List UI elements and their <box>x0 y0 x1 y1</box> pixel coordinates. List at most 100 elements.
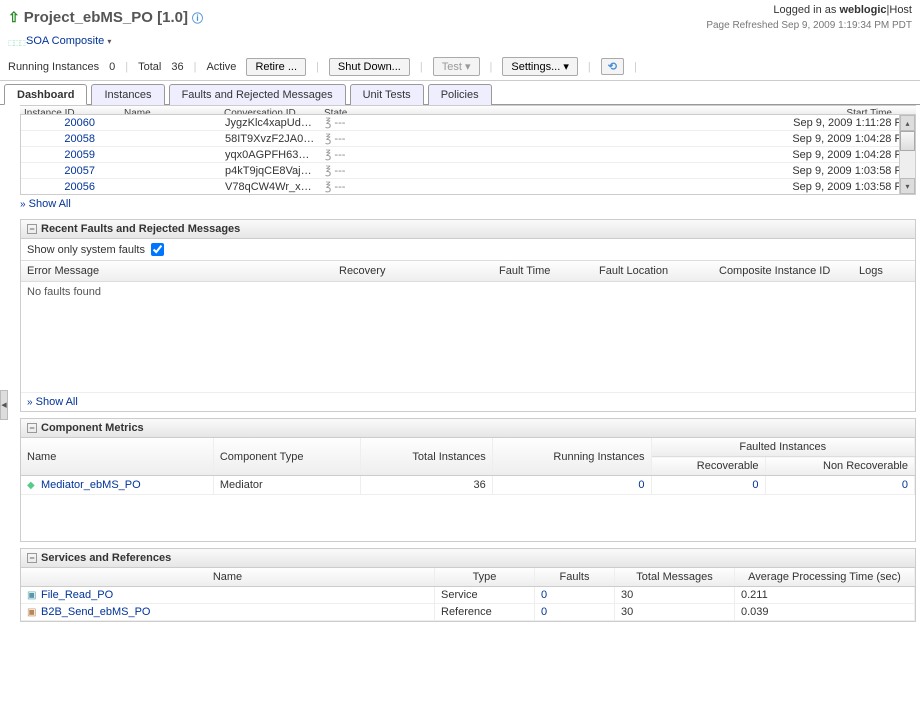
faults-link[interactable]: 0 <box>541 589 547 601</box>
state-icon: ℥ <box>325 117 331 129</box>
instance-id-link[interactable]: 20058 <box>25 133 125 145</box>
instance-state: ℥ --- <box>325 180 425 193</box>
shutdown-button[interactable]: Shut Down... <box>329 58 410 76</box>
faults-link[interactable]: 0 <box>541 606 547 618</box>
settings-button[interactable]: Settings... ▾ <box>502 57 578 76</box>
retire-button[interactable]: Retire ... <box>246 58 306 76</box>
page-header: ⇧ Project_ebMS_PO [1.0] ⓘ Logged in as w… <box>0 0 920 33</box>
scroll-thumb[interactable] <box>900 131 915 151</box>
running-instances-link[interactable]: 0 <box>638 479 644 491</box>
tab-dashboard[interactable]: Dashboard <box>4 84 87 105</box>
collapse-icon[interactable]: − <box>27 224 37 234</box>
faults-empty-message: No faults found <box>27 286 101 298</box>
running-instances-label: Running Instances <box>8 61 99 73</box>
col-instance-id: Instance ID <box>24 108 124 115</box>
scroll-down-button[interactable]: ▾ <box>900 178 915 194</box>
service-type: Reference <box>435 604 535 621</box>
tab-unit-tests[interactable]: Unit Tests <box>350 84 424 105</box>
running-instances-count: 0 <box>109 61 115 73</box>
col-name: Name <box>21 438 213 476</box>
total-messages: 30 <box>615 587 735 604</box>
recoverable-link[interactable]: 0 <box>752 479 758 491</box>
collapse-icon[interactable]: − <box>27 423 37 433</box>
instance-row: 20060JygzKlc4xapUdG_...℥ ---Sep 9, 2009 … <box>21 115 915 131</box>
related-links-button[interactable]: ⟲ <box>601 58 624 75</box>
summary-toolbar: Running Instances 0 | Total 36 | Active … <box>0 53 920 81</box>
instance-id-link[interactable]: 20059 <box>25 149 125 161</box>
instances-scrollbar[interactable]: ▴ ▾ <box>899 115 915 194</box>
page-refreshed: Page Refreshed Sep 9, 2009 1:19:34 PM PD… <box>706 20 912 31</box>
show-all-instances-link[interactable]: » Show All <box>20 198 71 210</box>
test-button[interactable]: Test ▾ <box>433 57 480 76</box>
col-state: State <box>324 108 424 115</box>
col-logs: Logs <box>859 265 909 277</box>
instance-row: 20059 yqx0AGPFH63GN...℥ --- Sep 9, 2009 1:… <box>21 147 915 163</box>
col-avg-time: Average Processing Time (sec) <box>735 568 915 587</box>
scroll-up-button[interactable]: ▴ <box>900 115 915 131</box>
instances-header-row: Instance ID Name Conversation ID State S… <box>20 105 916 115</box>
metrics-panel-header: − Component Metrics <box>21 419 915 438</box>
instance-time: Sep 9, 2009 1:11:28 PM <box>751 117 911 129</box>
tab-faults[interactable]: Faults and Rejected Messages <box>169 84 346 105</box>
instance-conversation: yqx0AGPFH63GN... <box>225 149 325 161</box>
avg-time: 0.039 <box>735 604 915 621</box>
instance-time: Sep 9, 2009 1:03:58 PM <box>751 181 911 193</box>
col-total-instances: Total Instances <box>361 438 493 476</box>
chevron-down-icon: ▾ <box>465 61 471 73</box>
composite-menu[interactable]: SOA Composite ▾ <box>26 35 111 47</box>
state-icon: ℥ <box>325 149 331 161</box>
service-row: B2B_Send_ebMS_POReference0300.039 <box>21 604 915 621</box>
system-faults-label: Show only system faults <box>27 244 145 256</box>
faults-panel: − Recent Faults and Rejected Messages Sh… <box>20 219 916 412</box>
metrics-table: Name Component Type Total Instances Runn… <box>21 438 915 495</box>
service-link[interactable]: File_Read_PO <box>41 589 113 601</box>
metrics-panel: − Component Metrics Name Component Type … <box>20 418 916 542</box>
instance-time: Sep 9, 2009 1:03:58 PM <box>751 165 911 177</box>
panel-expand-toggle[interactable]: ◀ <box>0 390 8 420</box>
tab-instances[interactable]: Instances <box>91 84 164 105</box>
title-text: Project_ebMS_PO [1.0] <box>24 9 188 26</box>
page-title: ⇧ Project_ebMS_PO [1.0] ⓘ <box>8 9 203 26</box>
services-panel-header: − Services and References <box>21 549 915 568</box>
instance-time: Sep 9, 2009 1:04:28 PM <box>751 149 911 161</box>
instance-row: 20058 58IT9XvzF2JA0h...℥ --- Sep 9, 2009 1… <box>21 131 915 147</box>
faults-filter-row: Show only system faults <box>21 239 915 260</box>
total-instances: 36 <box>361 476 493 495</box>
mediator-icon <box>27 479 39 491</box>
nonrecoverable-link[interactable]: 0 <box>902 479 908 491</box>
metrics-row: Mediator_ebMS_PO Mediator36 0 0 0 <box>21 476 915 495</box>
total-label: Total <box>138 61 161 73</box>
col-component-type: Component Type <box>213 438 360 476</box>
instance-state: ℥ --- <box>325 132 425 145</box>
tab-policies[interactable]: Policies <box>428 84 492 105</box>
instance-row: 20057p4kT9jqCE8VajW...℥ ---Sep 9, 2009 1… <box>21 163 915 179</box>
instance-id-link[interactable]: 20060 <box>25 117 125 129</box>
instance-id-link[interactable]: 20056 <box>25 181 125 193</box>
instance-conversation: JygzKlc4xapUdG_... <box>225 117 325 129</box>
service-type-icon <box>27 606 39 618</box>
logged-in: Logged in as weblogic|Host <box>706 4 912 16</box>
instance-state: ℥ --- <box>325 148 425 161</box>
collapse-icon[interactable]: − <box>27 553 37 563</box>
col-total-messages: Total Messages <box>615 568 735 587</box>
service-link[interactable]: B2B_Send_ebMS_PO <box>41 606 150 618</box>
component-link[interactable]: Mediator_ebMS_PO <box>41 479 141 491</box>
avg-time: 0.211 <box>735 587 915 604</box>
faults-panel-header: − Recent Faults and Rejected Messages <box>21 220 915 239</box>
breadcrumb: SOA Composite ▾ <box>0 33 920 53</box>
component-type: Mediator <box>213 476 360 495</box>
instance-conversation: 58IT9XvzF2JA0h... <box>225 133 325 145</box>
service-type-icon <box>27 589 39 601</box>
logged-host: Host <box>889 4 912 16</box>
chevron-down-icon: ▾ <box>107 37 111 46</box>
service-row: File_Read_PO Service 0 300.211 <box>21 587 915 604</box>
instance-time: Sep 9, 2009 1:04:28 PM <box>751 133 911 145</box>
chevron-down-icon: ▾ <box>563 61 569 73</box>
show-all-faults-link[interactable]: » Show All <box>27 396 78 408</box>
service-type: Service <box>435 587 535 604</box>
col-fault-time: Fault Time <box>499 265 599 277</box>
instance-id-link[interactable]: 20057 <box>25 165 125 177</box>
info-icon[interactable]: ⓘ <box>192 10 203 26</box>
system-faults-checkbox[interactable] <box>151 243 164 256</box>
instance-row: 20056V78qCW4Wr_xkF...℥ ---Sep 9, 2009 1:… <box>21 179 915 194</box>
